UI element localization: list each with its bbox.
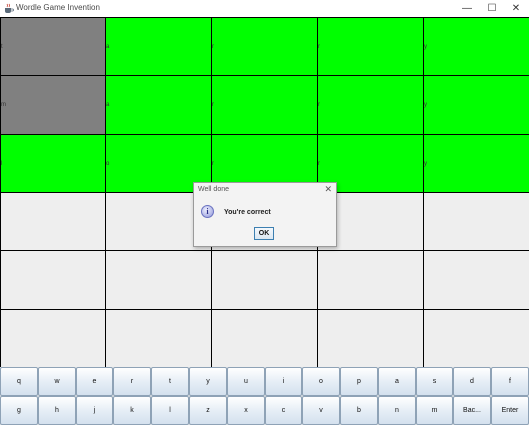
- key-j[interactable]: j: [76, 396, 113, 425]
- on-screen-keyboard: q w e r t y u i o p a s d f g h j k l z x c v b n m Bac... Enter: [0, 367, 529, 425]
- dialog-title: Well done: [198, 186, 230, 193]
- key-u[interactable]: u: [227, 367, 265, 396]
- key-x[interactable]: x: [227, 396, 265, 425]
- key-g[interactable]: g: [0, 396, 38, 425]
- grid-cell-letter: m: [1, 102, 6, 108]
- grid-cell: a: [105, 17, 212, 76]
- grid-cell: r: [211, 17, 318, 76]
- grid-cell: [0, 309, 106, 368]
- grid-cell-letter: y: [424, 102, 427, 108]
- grid-cell-letter: l: [1, 160, 3, 167]
- grid-cell: m: [0, 75, 106, 135]
- grid-cell: [423, 192, 529, 251]
- grid-cell: [211, 309, 318, 368]
- grid-cell-letter: a: [106, 43, 110, 50]
- key-z[interactable]: z: [189, 396, 227, 425]
- key-i[interactable]: i: [265, 367, 302, 396]
- grid-cell: r: [317, 17, 424, 76]
- key-enter[interactable]: Enter: [491, 396, 529, 425]
- grid-cell: y: [423, 134, 529, 193]
- grid-cell-letter: o: [106, 160, 110, 167]
- key-s[interactable]: s: [416, 367, 453, 396]
- key-d[interactable]: d: [453, 367, 491, 396]
- key-w[interactable]: w: [38, 367, 76, 396]
- grid-cell-letter: y: [424, 43, 427, 50]
- info-icon: i: [201, 205, 214, 218]
- key-l[interactable]: l: [151, 396, 189, 425]
- maximize-button[interactable]: ☐: [480, 0, 504, 17]
- key-t[interactable]: t: [151, 367, 189, 396]
- key-m[interactable]: m: [416, 396, 453, 425]
- key-bac[interactable]: Bac...: [453, 396, 491, 425]
- key-v[interactable]: v: [302, 396, 340, 425]
- close-button[interactable]: ✕: [504, 0, 528, 17]
- grid-cell: t: [0, 17, 106, 76]
- grid-cell-letter: y: [424, 160, 427, 167]
- grid-cell: y: [423, 75, 529, 135]
- grid-cell-letter: r: [212, 43, 214, 50]
- java-cup-icon: [5, 3, 14, 13]
- key-y[interactable]: y: [189, 367, 227, 396]
- key-a[interactable]: a: [378, 367, 416, 396]
- grid-cell: l: [0, 134, 106, 193]
- key-e[interactable]: e: [76, 367, 113, 396]
- grid-cell: [105, 309, 212, 368]
- dialog-message: You're correct: [224, 209, 271, 216]
- grid-cell: [211, 250, 318, 310]
- key-p[interactable]: p: [340, 367, 378, 396]
- grid-cell: a: [105, 75, 212, 135]
- window-title: Wordle Game Invention: [16, 3, 100, 12]
- grid-cell: y: [423, 17, 529, 76]
- grid-cell-letter: r: [318, 160, 320, 167]
- key-c[interactable]: c: [265, 396, 302, 425]
- grid-cell: [317, 250, 424, 310]
- grid-cell-letter: a: [106, 102, 110, 108]
- grid-cell-letter: r: [212, 160, 214, 167]
- grid-cell: [0, 192, 106, 251]
- grid-cell: [317, 309, 424, 368]
- key-n[interactable]: n: [378, 396, 416, 425]
- dialog-close-icon[interactable]: ✕: [324, 184, 332, 195]
- grid-cell: [423, 309, 529, 368]
- key-q[interactable]: q: [0, 367, 38, 396]
- grid-cell-letter: r: [212, 102, 214, 108]
- grid-cell: r: [211, 75, 318, 135]
- window-titlebar: Wordle Game Invention — ☐ ✕: [0, 0, 529, 18]
- key-h[interactable]: h: [38, 396, 76, 425]
- key-f[interactable]: f: [491, 367, 529, 396]
- key-r[interactable]: r: [113, 367, 151, 396]
- key-k[interactable]: k: [113, 396, 151, 425]
- grid-cell-letter: r: [318, 43, 320, 50]
- grid-cell: [105, 250, 212, 310]
- key-o[interactable]: o: [302, 367, 340, 396]
- grid-cell-letter: t: [1, 43, 3, 50]
- ok-button[interactable]: OK: [254, 227, 274, 240]
- minimize-button[interactable]: —: [455, 0, 479, 17]
- grid-cell-letter: r: [318, 102, 320, 108]
- grid-cell: [423, 250, 529, 310]
- grid-cell: r: [317, 75, 424, 135]
- well-done-dialog: Well done ✕ i You're correct OK: [193, 182, 337, 247]
- grid-cell: [0, 250, 106, 310]
- key-b[interactable]: b: [340, 396, 378, 425]
